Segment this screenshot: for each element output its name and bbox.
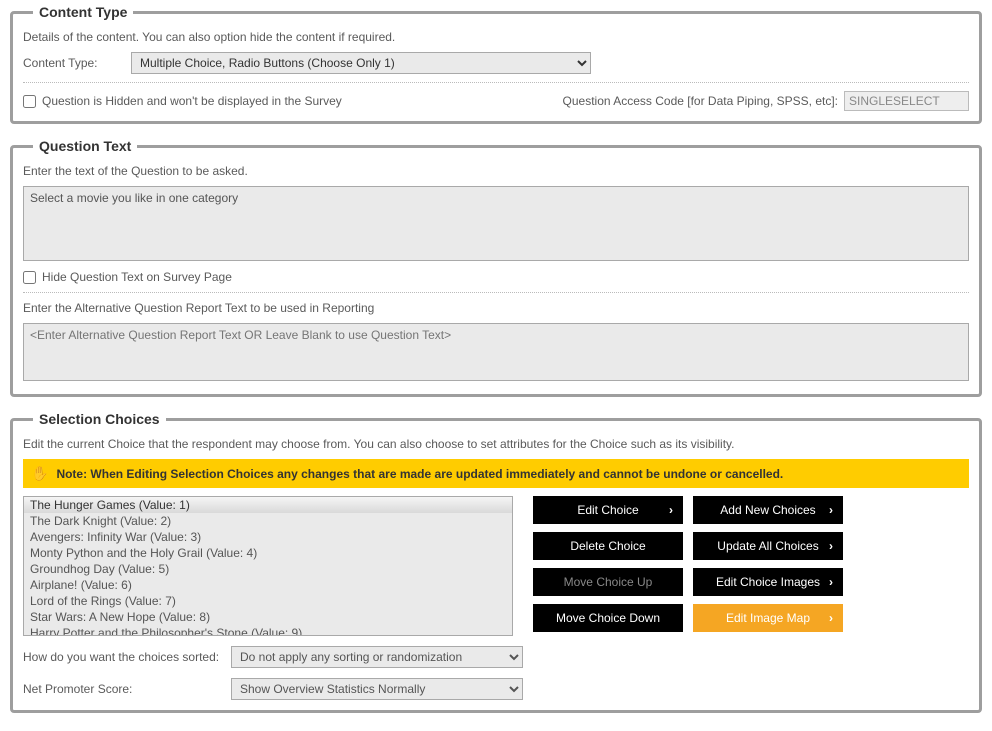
hide-qtext-checkbox[interactable] [23,271,36,284]
alt-text-input[interactable] [23,323,969,381]
nps-label: Net Promoter Score: [23,682,223,696]
question-text-legend: Question Text [33,138,137,154]
image-map-button[interactable]: Edit Image Map› [693,604,843,632]
divider [23,292,969,293]
question-text-input[interactable]: Select a movie you like in one category [23,186,969,261]
hidden-checkbox-label[interactable]: Question is Hidden and won't be displaye… [23,94,342,108]
note-text: Note: When Editing Selection Choices any… [56,467,783,481]
edit-choice-button[interactable]: Edit Choice› [533,496,683,524]
list-item[interactable]: Star Wars: A New Hope (Value: 8) [24,609,512,625]
content-type-section: Content Type Details of the content. You… [10,4,982,124]
chevron-right-icon: › [829,539,833,553]
hidden-text: Question is Hidden and won't be displaye… [42,94,342,108]
sort-label: How do you want the choices sorted: [23,650,223,664]
chevron-right-icon: › [829,575,833,589]
content-type-label: Content Type: [23,56,123,70]
move-up-button: Move Choice Up [533,568,683,596]
question-text-desc: Enter the text of the Question to be ask… [23,164,969,178]
add-choice-button[interactable]: Add New Choices› [693,496,843,524]
list-item[interactable]: Monty Python and the Holy Grail (Value: … [24,545,512,561]
chevron-right-icon: › [829,611,833,625]
nps-select[interactable]: Show Overview Statistics Normally [231,678,523,700]
list-item[interactable]: The Hunger Games (Value: 1) [24,497,512,513]
access-code-input[interactable] [844,91,969,111]
choices-listbox[interactable]: The Hunger Games (Value: 1)The Dark Knig… [23,496,513,636]
list-item[interactable]: The Dark Knight (Value: 2) [24,513,512,529]
list-item[interactable]: Harry Potter and the Philosopher's Stone… [24,625,512,636]
question-text-section: Question Text Enter the text of the Ques… [10,138,982,397]
edit-images-button[interactable]: Edit Choice Images› [693,568,843,596]
list-item[interactable]: Groundhog Day (Value: 5) [24,561,512,577]
chevron-right-icon: › [829,503,833,517]
content-type-select[interactable]: Multiple Choice, Radio Buttons (Choose O… [131,52,591,74]
content-type-legend: Content Type [33,4,133,20]
selection-choices-section: Selection Choices Edit the current Choic… [10,411,982,713]
sort-select[interactable]: Do not apply any sorting or randomizatio… [231,646,523,668]
move-down-button[interactable]: Move Choice Down [533,604,683,632]
hide-qtext-label[interactable]: Hide Question Text on Survey Page [23,270,969,284]
delete-choice-button[interactable]: Delete Choice [533,532,683,560]
content-type-desc: Details of the content. You can also opt… [23,30,969,44]
list-item[interactable]: Avengers: Infinity War (Value: 3) [24,529,512,545]
note-bar: ✋ Note: When Editing Selection Choices a… [23,459,969,488]
choices-desc: Edit the current Choice that the respond… [23,437,969,451]
list-item[interactable]: Lord of the Rings (Value: 7) [24,593,512,609]
divider [23,82,969,83]
list-item[interactable]: Airplane! (Value: 6) [24,577,512,593]
chevron-right-icon: › [669,503,673,517]
hide-qtext-text: Hide Question Text on Survey Page [42,270,232,284]
hidden-checkbox[interactable] [23,95,36,108]
choices-legend: Selection Choices [33,411,166,427]
access-code-label: Question Access Code [for Data Piping, S… [563,94,838,108]
hand-icon: ✋ [31,465,48,482]
alt-text-desc: Enter the Alternative Question Report Te… [23,301,969,315]
update-all-button[interactable]: Update All Choices› [693,532,843,560]
